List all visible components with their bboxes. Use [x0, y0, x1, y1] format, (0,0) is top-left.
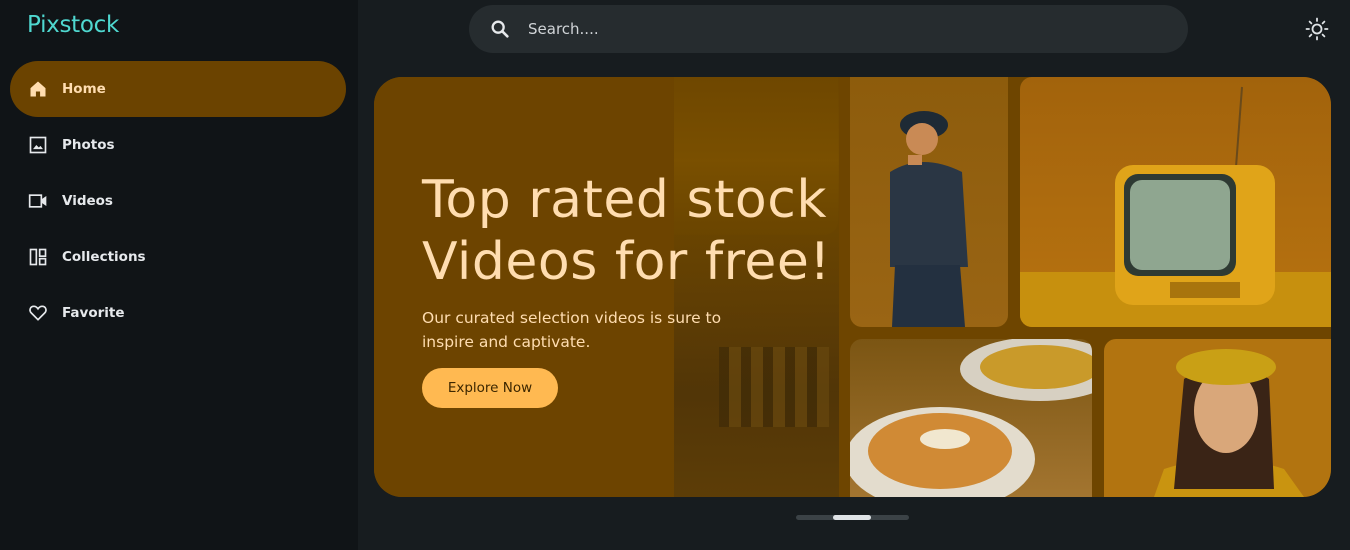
hero-title-line: Videos for free!: [422, 232, 831, 292]
sidebar-item-label: Collections: [62, 249, 146, 265]
image-icon: [27, 134, 49, 156]
video-camera-icon: [27, 190, 49, 212]
hero-title-line: Top rated stock: [422, 170, 827, 230]
search-icon[interactable]: [489, 18, 511, 40]
sidebar-item-label: Videos: [62, 193, 113, 209]
sidebar-item-favorite[interactable]: Favorite: [10, 285, 346, 341]
hero-subtitle-line: inspire and captivate.: [422, 333, 591, 351]
hero-subtitle: Our curated selection videos is sure to …: [422, 306, 762, 354]
carousel-active-indicator: [833, 515, 871, 520]
sun-icon: [1305, 17, 1329, 45]
theme-toggle-button[interactable]: [1305, 17, 1329, 41]
sidebar-item-videos[interactable]: Videos: [10, 173, 346, 229]
hero-title: Top rated stock Videos for free!: [422, 169, 942, 293]
hero-photo-tv: [1020, 77, 1331, 327]
sidebar-item-label: Photos: [62, 137, 115, 153]
hero-banner: Top rated stock Videos for free! Our cur…: [374, 77, 1331, 497]
search-bar[interactable]: [469, 5, 1188, 53]
hero-subtitle-line: Our curated selection videos is sure to: [422, 309, 722, 327]
hero-photo-woman: [1104, 339, 1331, 497]
collections-icon: [27, 246, 49, 268]
sidebar-nav: Home Photos Videos Collections Favorite: [10, 61, 346, 341]
app-logo[interactable]: Pixstock: [27, 12, 119, 38]
explore-now-button[interactable]: Explore Now: [422, 368, 558, 408]
sidebar-item-photos[interactable]: Photos: [10, 117, 346, 173]
hero-content: Top rated stock Videos for free! Our cur…: [422, 169, 942, 408]
carousel-pager[interactable]: [796, 515, 909, 520]
top-bar: [358, 0, 1350, 60]
sidebar-item-home[interactable]: Home: [10, 61, 346, 117]
sidebar-item-collections[interactable]: Collections: [10, 229, 346, 285]
home-icon: [27, 78, 49, 100]
search-input[interactable]: [528, 20, 1148, 38]
sidebar: Pixstock Home Photos Videos Collections: [0, 0, 358, 550]
sidebar-item-label: Home: [62, 81, 106, 97]
heart-icon: [27, 302, 49, 324]
sidebar-item-label: Favorite: [62, 305, 125, 321]
